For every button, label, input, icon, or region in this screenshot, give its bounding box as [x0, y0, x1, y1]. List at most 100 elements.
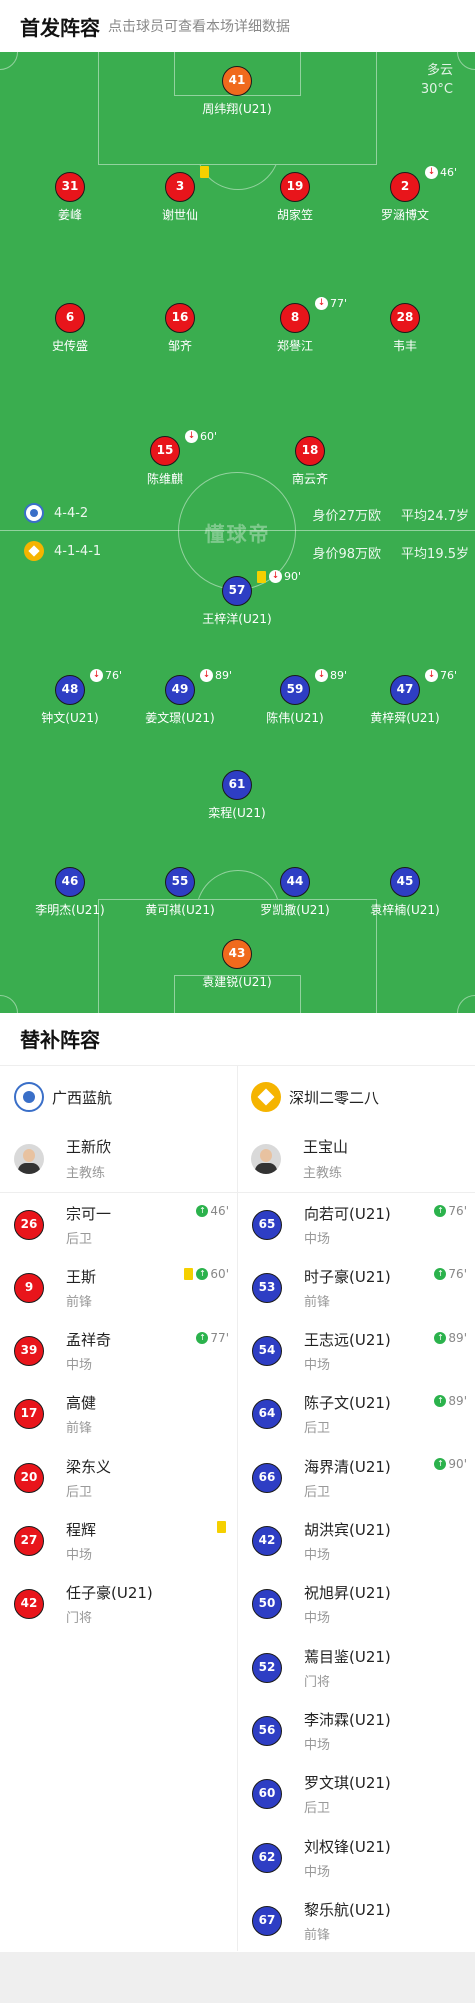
home-player[interactable]: 28 韦丰 [345, 303, 465, 354]
sub-player-info: 王斯 前锋 [66, 1266, 96, 1310]
jersey-number: 49 [165, 675, 195, 705]
sub-player-row[interactable]: 60 罗文琪(U21) 后卫 [238, 1763, 475, 1826]
away-player[interactable]: 61 栾程(U21) [177, 770, 297, 821]
sub-in-icon: ↑ [196, 1205, 209, 1217]
sub-player-row[interactable]: 64 陈子文(U21) 后卫 ↑ 89' [238, 1383, 475, 1446]
sub-player-row[interactable]: 17 高健 前锋 [0, 1383, 237, 1446]
jersey-number: 59 [280, 675, 310, 705]
sub-player-name: 刘权锋(U21) [304, 1837, 391, 1856]
player-name: 李明杰(U21) [35, 903, 105, 917]
sub-player-row[interactable]: 66 海界清(U21) 后卫 ↑ 90' [238, 1446, 475, 1509]
sub-player-row[interactable]: 54 王志远(U21) 中场 ↑ 89' [238, 1320, 475, 1383]
away-sub-team-header[interactable]: 深圳二零二八 [251, 1082, 379, 1112]
yellow-card-icon [257, 570, 266, 583]
sub-player-row[interactable]: 42 胡洪宾(U21) 中场 [238, 1510, 475, 1573]
sub-player-row[interactable]: 62 刘权锋(U21) 中场 [238, 1826, 475, 1889]
sub-player-info: 陈子文(U21) 后卫 [304, 1392, 391, 1436]
jersey-number: 67 [252, 1905, 282, 1936]
home-player[interactable]: 18 南云齐 [250, 436, 370, 487]
away-player[interactable]: 44 罗凯撒(U21) [235, 867, 355, 918]
home-market-value: 身价27万欧 [312, 509, 381, 524]
sub-player-row[interactable]: 9 王斯 前锋 ↑ 60' [0, 1256, 237, 1319]
sub-minute: 60' [200, 430, 218, 443]
home-player[interactable]: 6 史传盛 [10, 303, 130, 354]
away-player[interactable]: 47 ↓ 76' 黄梓舜(U21) [345, 669, 465, 726]
sub-minute: 89' [215, 669, 233, 682]
player-name: 韦丰 [392, 339, 417, 353]
away-coach[interactable]: 王宝山 主教练 [251, 1136, 348, 1181]
sub-player-row[interactable]: 56 李沛霖(U21) 中场 [238, 1699, 475, 1762]
home-team-name: 广西蓝航 [52, 1088, 113, 1107]
corner-arc-tl [0, 52, 18, 70]
sub-player-position: 后卫 [66, 1231, 93, 1247]
away-team-logo-icon [24, 541, 44, 561]
sub-player-row[interactable]: 65 向若可(U21) 中场 ↑ 76' [238, 1193, 475, 1256]
sub-player-name: 高健 [66, 1394, 97, 1413]
home-player[interactable]: 19 胡家笠 [235, 172, 355, 223]
sub-player-info: 任子豪(U21) 门将 [66, 1582, 153, 1626]
sub-player-row[interactable]: 42 任子豪(U21) 门将 [0, 1573, 237, 1636]
home-coach[interactable]: 王新欣 主教练 [14, 1136, 111, 1181]
away-formation: 4-1-4-1 [54, 543, 102, 559]
event-badges [217, 1520, 229, 1533]
player-name: 姜峰 [57, 208, 82, 222]
home-player[interactable]: 16 邹齐 [120, 303, 240, 354]
event-badges: ↓ 76' [90, 669, 122, 682]
weather-text: 多云 [426, 63, 453, 78]
sub-player-position: 门将 [66, 1611, 93, 1627]
sub-player-name: 罗文琪(U21) [304, 1774, 391, 1793]
away-player[interactable]: 59 ↓ 89' 陈伟(U21) [235, 669, 355, 726]
sub-player-position: 门将 [304, 1674, 331, 1690]
player-name: 史传盛 [51, 339, 88, 353]
sub-player-info: 王志远(U21) 中场 [304, 1329, 391, 1373]
event-badges: ↑ 76' [434, 1267, 467, 1281]
home-player[interactable]: 3 谢世仙 [120, 166, 240, 223]
jersey-number: 3 [165, 172, 195, 202]
sub-player-position: 中场 [66, 1358, 93, 1374]
sub-player-row[interactable]: 27 程辉 中场 [0, 1510, 237, 1573]
away-player[interactable]: 46 李明杰(U21) [10, 867, 130, 918]
sub-out-icon: ↓ [315, 669, 328, 682]
section-header: 首发阵容 点击球员可查看本场详细数据 [0, 0, 475, 52]
away-player[interactable]: 45 袁梓楠(U21) [345, 867, 465, 918]
event-badges: ↑ 60' [184, 1267, 229, 1281]
sub-player-position: 中场 [304, 1358, 331, 1374]
sub-player-info: 宗可一 后卫 [66, 1203, 111, 1247]
sub-player-row[interactable]: 50 祝旭昇(U21) 中场 [238, 1573, 475, 1636]
home-player[interactable]: 31 姜峰 [10, 172, 130, 223]
event-badges: ↓ 60' [185, 430, 217, 443]
jersey-number: 9 [14, 1272, 44, 1303]
jersey-number: 60 [252, 1779, 282, 1810]
home-player[interactable]: 41 周纬翔(U21) [177, 66, 297, 117]
event-badges: ↓ 77' [315, 297, 347, 310]
away-average-age: 平均19.5岁 [401, 547, 469, 562]
home-player[interactable]: 8 ↓ 77' 郑譽江 [235, 297, 355, 354]
sub-player-row[interactable]: 26 宗可一 后卫 ↑ 46' [0, 1193, 237, 1256]
sub-player-row[interactable]: 52 蔫目鉴(U21) 门将 [238, 1636, 475, 1699]
sub-player-row[interactable]: 53 时子豪(U21) 前锋 ↑ 76' [238, 1256, 475, 1319]
sub-player-row[interactable]: 39 孟祥奇 中场 ↑ 77' [0, 1320, 237, 1383]
jersey-number: 17 [14, 1399, 44, 1430]
sub-player-position: 中场 [66, 1548, 93, 1563]
coach-name: 王宝山 [303, 1138, 349, 1156]
coach-name: 王新欣 [66, 1138, 112, 1156]
home-player[interactable]: 2 ↓ 46' 罗涵博文 [345, 166, 465, 223]
sub-player-row[interactable]: 67 黎乐航(U21) 前锋 [238, 1889, 475, 1952]
sub-player-position: 后卫 [304, 1801, 331, 1817]
jersey-number: 42 [14, 1589, 44, 1620]
sub-player-name: 海界清(U21) [304, 1457, 391, 1476]
sub-player-row[interactable]: 20 梁东义 后卫 [0, 1446, 237, 1509]
home-player[interactable]: 15 ↓ 60' 陈维麒 [105, 430, 225, 487]
sub-player-position: 前锋 [304, 1927, 331, 1943]
away-player[interactable]: 49 ↓ 89' 姜文璟(U21) [120, 669, 240, 726]
jersey-number: 8 [280, 303, 310, 333]
away-player[interactable]: 48 ↓ 76' 钟文(U21) [10, 669, 130, 726]
sub-player-name: 时子豪(U21) [304, 1267, 391, 1286]
home-sub-team-header[interactable]: 广西蓝航 [14, 1082, 112, 1112]
lineup-title: 首发阵容 [20, 15, 100, 40]
jersey-number: 55 [165, 867, 195, 897]
away-player[interactable]: 43 袁建锐(U21) [177, 939, 297, 990]
sub-player-name: 任子豪(U21) [66, 1584, 153, 1603]
away-player[interactable]: 55 黄可祺(U21) [120, 867, 240, 918]
away-player[interactable]: 57 ↓ 90' 王梓洋(U21) [177, 570, 301, 627]
